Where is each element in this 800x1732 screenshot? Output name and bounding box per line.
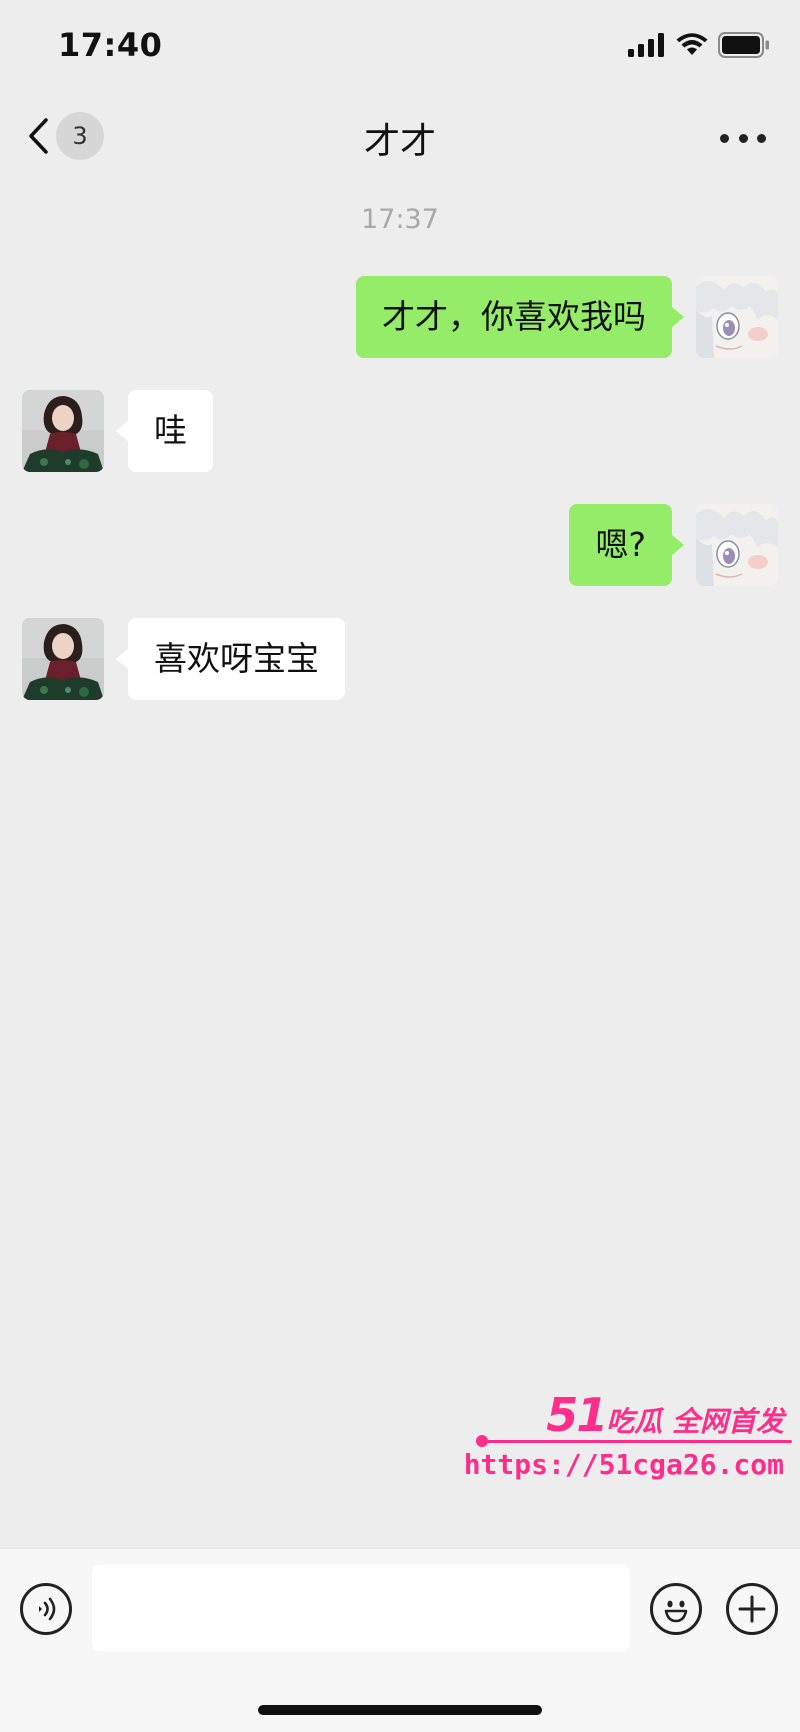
nav-bar: 3 才才 (0, 92, 800, 180)
chat-title: 才才 (363, 121, 436, 162)
outgoing-message-bubble[interactable]: 才才，你喜欢我吗 (356, 276, 684, 358)
status-time: 17:40 (58, 26, 163, 64)
incoming-message-bubble[interactable]: 喜欢呀宝宝 (116, 618, 345, 700)
plus-button[interactable] (726, 1583, 778, 1635)
incoming-message-bubble[interactable]: 哇 (116, 390, 213, 472)
signal-icon (628, 33, 664, 57)
home-indicator (258, 1705, 542, 1715)
watermark-brand: 51吃瓜 全网首发 (546, 1388, 784, 1442)
voice-icon (39, 1597, 56, 1621)
watermark: 51吃瓜 全网首发 https://51cga26.com (464, 1388, 792, 1488)
chat-screen: 17:40 3 才才 17:37 才才，你喜欢我吗 哇 嗯? 喜欢呀宝宝 51吃… (0, 0, 800, 1732)
outgoing-message-bubble[interactable]: 嗯? (569, 504, 684, 586)
message-timestamp: 17:37 (361, 204, 439, 235)
more-dots-icon (720, 133, 729, 143)
emoji-icon (664, 1600, 688, 1623)
contact-avatar[interactable] (22, 390, 104, 472)
status-icons (628, 32, 770, 58)
voice-button[interactable] (20, 1583, 72, 1635)
wifi-icon (676, 33, 708, 55)
watermark-line (476, 1440, 792, 1443)
more-button[interactable] (720, 118, 766, 158)
battery-icon (718, 32, 769, 58)
status-bar: 17:40 (0, 0, 800, 92)
watermark-brand-text: 吃瓜 全网首发 (606, 1405, 784, 1438)
my-avatar[interactable] (696, 504, 778, 586)
plus-icon (738, 1595, 766, 1623)
message-input[interactable] (92, 1565, 630, 1651)
my-avatar[interactable] (696, 276, 778, 358)
input-bar (0, 1548, 800, 1732)
emoji-button[interactable] (650, 1583, 702, 1635)
watermark-url: https://51cga26.com (463, 1448, 784, 1481)
contact-avatar[interactable] (22, 618, 104, 700)
watermark-brand-number: 51 (546, 1388, 608, 1442)
